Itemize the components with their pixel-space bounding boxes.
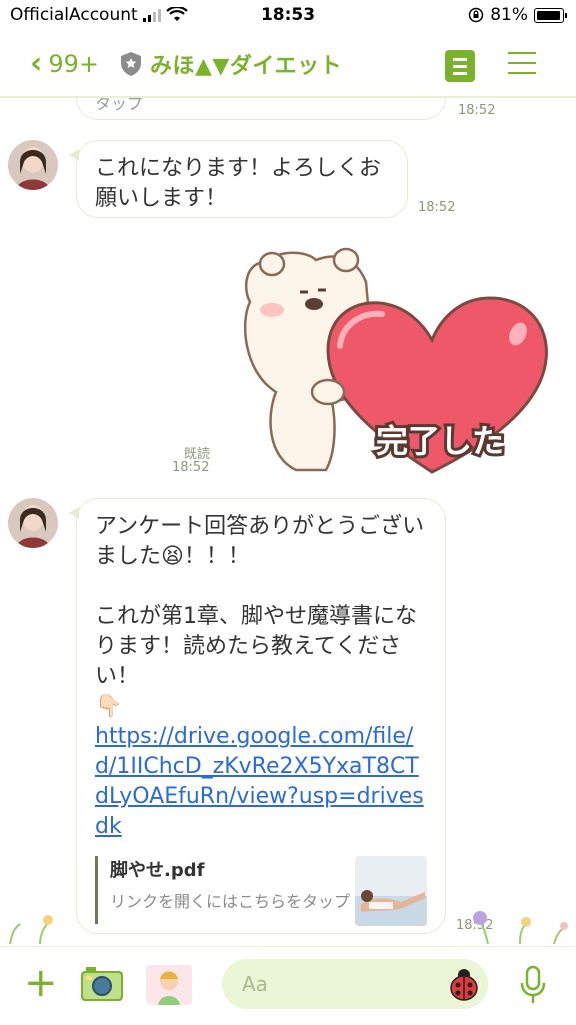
message-time: 18:52 [172, 460, 210, 475]
status-right: 81% [468, 5, 567, 25]
plus-icon[interactable]: + [24, 963, 58, 1003]
camera-icon[interactable] [80, 965, 124, 1003]
battery-icon [534, 7, 567, 23]
back-chevron-icon: ‹ [30, 46, 43, 81]
pointing-down-emoji: 👇🏻 [95, 694, 123, 719]
orientation-lock-icon [468, 7, 484, 23]
back-button[interactable]: ‹ 99+ [30, 46, 99, 81]
message-time: 18:52 [458, 103, 496, 118]
chat-title: みほ▲▼ダイエット [150, 54, 343, 79]
chat-title-area[interactable]: みほ▲▼ダイエット [120, 48, 342, 80]
input-bar: + Aa [0, 946, 576, 1025]
avatar[interactable] [8, 140, 58, 190]
mic-icon[interactable] [518, 965, 548, 1005]
chat-area[interactable]: タップ 18:52 これになります！よろしくお願いします！ 18:52 既読 1… [0, 98, 576, 944]
shield-icon [121, 52, 141, 76]
message-partial-text: タップ [95, 98, 144, 113]
menu-button[interactable] [508, 52, 536, 74]
unread-count: 99+ [48, 49, 100, 78]
battery-percent: 81% [490, 5, 528, 25]
flower-decoration-icon [9, 911, 568, 944]
sticker-icon[interactable] [146, 965, 192, 1005]
ladybug-icon[interactable] [448, 967, 480, 1001]
message-time: 18:52 [418, 200, 456, 215]
notes-button[interactable] [445, 50, 475, 82]
message-text-line2: これが第1章、脚やせ魔導書になります！読めたら教えてください！ [95, 604, 417, 689]
message-text-line1: アンケート回答ありがとうございました😫！！！ [95, 514, 425, 569]
message-input-placeholder: Aa [242, 972, 268, 996]
message-bubble-partial[interactable]: タップ [76, 98, 446, 120]
chat-header: ‹ 99+ みほ▲▼ダイエット [0, 32, 576, 98]
status-bar: OfficialAccount 18:53 81% [0, 0, 576, 32]
sticker-message[interactable]: 完了した [236, 242, 556, 476]
message-bubble[interactable]: これになります！よろしくお願いします！ [69, 140, 408, 218]
avatar[interactable] [8, 498, 58, 548]
drive-link[interactable]: https://drive.google.com/file/d/1IIChcD_… [95, 722, 427, 842]
message-bubble[interactable]: アンケート回答ありがとうございました😫！！！ これが第1章、脚やせ魔導書になりま… [69, 498, 446, 934]
message-text: これになります！よろしくお願いします！ [95, 156, 382, 211]
sticker-text: 完了した [376, 422, 504, 460]
